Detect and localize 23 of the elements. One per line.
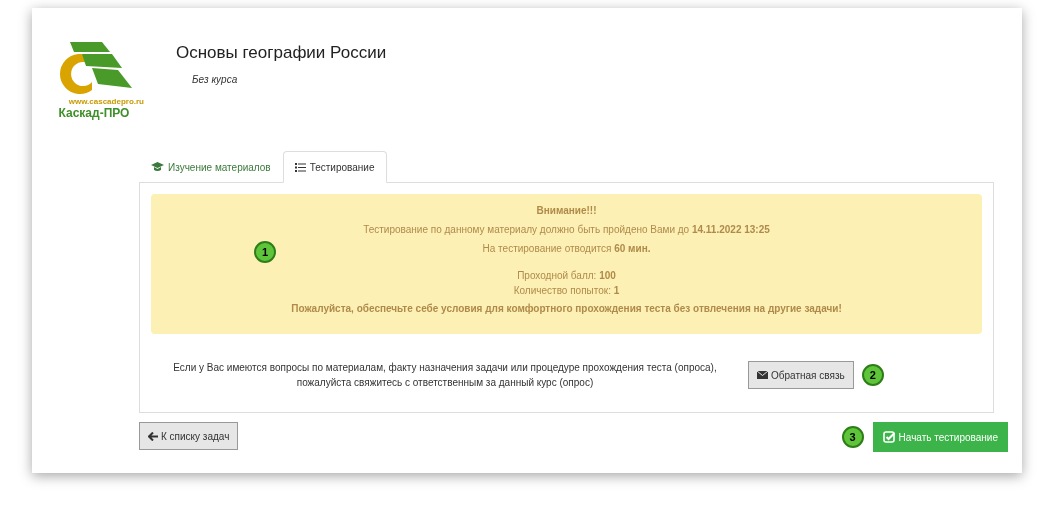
- tab[interactable]: Тестирование: [282, 151, 387, 183]
- step-badge: 1: [254, 241, 276, 263]
- alert-line: На тестирование отводится 60 мин.: [482, 242, 651, 256]
- back-button[interactable]: К списку задач: [139, 422, 239, 450]
- page-title: Основы географии России: [176, 42, 387, 64]
- step-badge: 3: [841, 426, 864, 448]
- checkbox-icon: [882, 431, 895, 443]
- feedback-button[interactable]: Обратная связь: [748, 361, 854, 389]
- course-subtitle: Без курса: [192, 72, 239, 87]
- tab[interactable]: Изучение материалов: [139, 151, 283, 183]
- logo-text: Каскад-ПРО: [58, 106, 130, 121]
- list-icon: [294, 162, 306, 172]
- alert-line: Пожалуйста, обеспечьте себе условия для комфортного прохождения теста без отвлечения на другие задачи!: [291, 302, 842, 316]
- graduation-cap-icon: [151, 162, 164, 172]
- envelope-icon: [757, 371, 768, 379]
- alert-line: Тестирование по данному материалу должно быть пройдено Вами до 14.11.2022 13:25: [363, 223, 770, 237]
- contact-note: Если у Вас имеются вопросы по материалам, факту назначения задачи или процедуре прохождения теста (опроса), пожалуйста свяжитесь с ответственным за данный курс (опрос): [172, 361, 718, 390]
- alert-line: Количество попыток: 1: [513, 284, 620, 298]
- step-badge: 2: [861, 364, 884, 386]
- arrow-left-icon: [148, 431, 158, 441]
- alert-line: Внимание!!!: [536, 204, 597, 218]
- logo-url: www.cascadepro.ru: [68, 98, 144, 106]
- alert-line: Проходной балл: 100: [517, 269, 616, 283]
